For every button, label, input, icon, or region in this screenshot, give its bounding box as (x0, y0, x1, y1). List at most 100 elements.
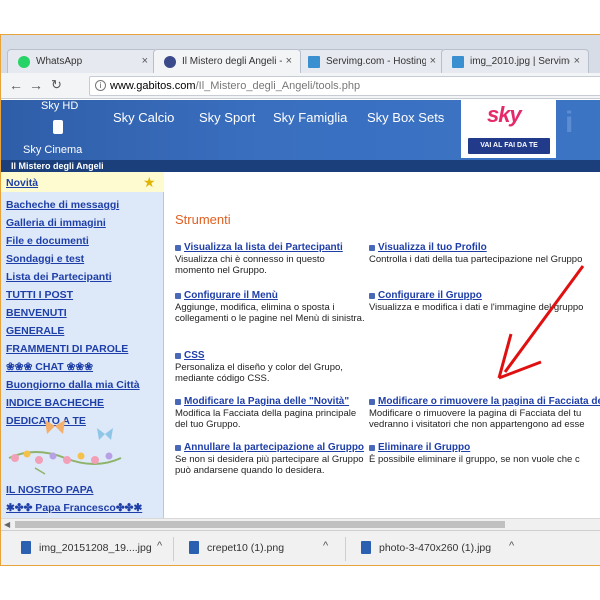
red-arrow-annotation (497, 265, 585, 380)
download-item[interactable]: crepet10 (1).png ^ (189, 540, 339, 560)
tv-icon (53, 120, 63, 134)
download-item[interactable]: photo-3-470x260 (1).jpg ^ (361, 540, 521, 560)
sidebar-item-frammenti[interactable]: FRAMMENTI DI PAROLE (6, 343, 128, 355)
close-icon[interactable]: × (142, 55, 148, 67)
address-bar[interactable]: i www.gabitos.com/Il_Mistero_degli_Angel… (89, 76, 600, 96)
sidebar-item-generale[interactable]: GENERALE (6, 325, 64, 337)
tool-entry: CSS Personaliza el diseño y color del Gr… (175, 350, 365, 385)
tab-whatsapp[interactable]: WhatsApp × (7, 49, 157, 73)
butterfly-flowers-image (8, 420, 122, 475)
forum-name: Il Mistero degli Angeli (1, 160, 600, 172)
tool-description: Modificare o rimuovere la pagina di Facc… (369, 407, 582, 419)
servimg-icon (452, 56, 464, 68)
tab-strip: WhatsApp × Il Mistero degli Angeli - ( ×… (1, 35, 600, 73)
tool-link[interactable]: Modificare o rimuovere la pagina di Facc… (369, 396, 600, 408)
bullet-icon (369, 445, 375, 451)
servimg-icon (308, 56, 320, 68)
sky-logo: sky (487, 102, 522, 127)
sky-ad-banner[interactable]: Sky HD Sky Cinema Sky Calcio Sky Sport S… (1, 100, 600, 160)
sidebar-item-bacheche[interactable]: Bacheche di messaggi (6, 199, 119, 211)
tool-link[interactable]: Visualizza il tuo Profilo (369, 242, 600, 254)
chevron-up-icon[interactable]: ^ (323, 540, 328, 552)
tool-title: Modificare o rimuovere la pagina di Facc… (378, 396, 600, 407)
sky-cta-button[interactable]: VAI AL FAI DA TE (468, 138, 550, 154)
bullet-icon (175, 293, 181, 299)
tool-title: Modificare la Pagina delle "Novità" (184, 396, 350, 407)
tool-entry: Modificare la Pagina delle "Novità" Modi… (175, 396, 365, 431)
tool-link[interactable]: Modificare la Pagina delle "Novità" (175, 396, 365, 408)
sidebar-item-benvenuti[interactable]: BENVENUTI (6, 307, 67, 319)
bullet-icon (369, 293, 375, 299)
close-icon[interactable]: × (574, 55, 580, 67)
tool-entry: Visualizza la lista dei Partecipanti Vis… (175, 242, 365, 277)
tab-img-2010[interactable]: img_2010.jpg | Servimg.c × (441, 49, 589, 73)
sidebar-item-buongiorno[interactable]: Buongiorno dalla mia Città (6, 379, 140, 391)
tab-label: WhatsApp (36, 56, 83, 67)
bullet-icon (175, 445, 181, 451)
sidebar-item-sondaggi[interactable]: Sondaggi e test (6, 253, 84, 265)
tool-entry: Eliminare il Gruppo È possibile eliminar… (369, 442, 600, 465)
forward-icon[interactable]: → (29, 77, 43, 93)
divider (345, 537, 346, 561)
bullet-icon (369, 399, 375, 405)
tool-description-line2: vedranno i visitatori che non appartengo… (369, 419, 585, 430)
tool-link[interactable]: Eliminare il Gruppo (369, 442, 600, 454)
address-toolbar: ← → ↻ i www.gabitos.com/Il_Mistero_degli… (1, 73, 600, 99)
image-file-icon (189, 541, 199, 554)
sidebar-item-galleria[interactable]: Galleria di immagini (6, 217, 106, 229)
info-icon[interactable]: i (95, 80, 106, 91)
page-viewport: Sky HD Sky Cinema Sky Calcio Sky Sport S… (1, 100, 600, 518)
tool-link[interactable]: Visualizza la lista dei Partecipanti (175, 242, 365, 254)
banner-channel: Sky Sport (199, 110, 256, 125)
banner-sky-cinema: Sky Cinema (23, 144, 83, 156)
url-path: /Il_Mistero_degli_Angeli/tools.php (195, 80, 361, 92)
download-bar: img_20151208_19....jpg ^ crepet10 (1).pn… (1, 530, 600, 565)
sidebar-item-chat[interactable]: ❀❀❀ CHAT ❀❀❀ (6, 361, 93, 373)
reload-icon[interactable]: ↻ (51, 77, 62, 93)
sky-logo-box: sky VAI AL FAI DA TE (461, 100, 556, 158)
tool-entry: Annullare la partecipazione al Gruppo Se… (175, 442, 365, 477)
horizontal-scrollbar[interactable]: ◀ (1, 518, 600, 530)
tab-label: Il Mistero degli Angeli - ( (182, 56, 282, 67)
sidebar-item-file[interactable]: File e documenti (6, 235, 89, 247)
chevron-up-icon[interactable]: ^ (157, 540, 162, 552)
tool-description: Modifica la Facciata della pagina princi… (175, 407, 357, 431)
scrollbar-thumb[interactable] (15, 521, 505, 528)
tab-label: img_2010.jpg | Servimg.c (470, 56, 570, 67)
tool-description: Visualizza chi è connesso in questo mome… (175, 253, 325, 277)
tool-link[interactable]: Configurare il Menù (175, 290, 365, 302)
sidebar-item-indice[interactable]: INDICE BACHECHE (6, 397, 104, 409)
download-filename: img_20151208_19....jpg (39, 542, 152, 554)
divider (173, 537, 174, 561)
banner-decoration: i (565, 106, 574, 139)
tab-mistero-angeli[interactable]: Il Mistero degli Angeli - ( × (153, 49, 301, 73)
sidebar-item-novita[interactable]: Novità (6, 177, 38, 189)
tool-title: CSS (184, 350, 205, 361)
back-icon[interactable]: ← (9, 77, 23, 93)
sidebar-item-partecipanti[interactable]: Lista dei Partecipanti (6, 271, 112, 283)
tool-link[interactable]: CSS (175, 350, 365, 362)
scroll-left-icon[interactable]: ◀ (4, 520, 10, 529)
sidebar-item-nostro-papa[interactable]: IL NOSTRO PAPA (6, 484, 94, 496)
download-item[interactable]: img_20151208_19....jpg ^ (21, 540, 171, 560)
tab-label: Servimg.com - Hosting g (326, 56, 426, 67)
tool-link[interactable]: Annullare la partecipazione al Gruppo (175, 442, 365, 454)
tool-entry: Modificare o rimuovere la pagina di Facc… (369, 396, 600, 431)
tool-description: Se non si desidera più partecipare al Gr… (175, 453, 364, 477)
section-title: Strumenti (175, 212, 231, 227)
tool-title: Configurare il Gruppo (378, 290, 482, 301)
close-icon[interactable]: × (286, 55, 292, 67)
image-file-icon (21, 541, 31, 554)
banner-channel: Sky Box Sets (367, 110, 445, 125)
close-icon[interactable]: × (430, 55, 436, 67)
bullet-icon (175, 353, 181, 359)
sidebar-menu: ★ Novità Bacheche di messaggi Galleria d… (1, 172, 164, 518)
bullet-icon (369, 245, 375, 251)
tab-servimg[interactable]: Servimg.com - Hosting g × (297, 49, 445, 73)
chevron-up-icon[interactable]: ^ (509, 540, 514, 552)
download-filename: photo-3-470x260 (1).jpg (379, 542, 492, 554)
tool-title: Configurare il Menù (184, 290, 278, 301)
sidebar-item-papa-francesco[interactable]: ✱✤✤ Papa Francesco✤✤✱ (6, 502, 142, 514)
sidebar-item-tutti-post[interactable]: TUTTI I POST (6, 289, 73, 301)
whatsapp-icon (18, 56, 30, 68)
